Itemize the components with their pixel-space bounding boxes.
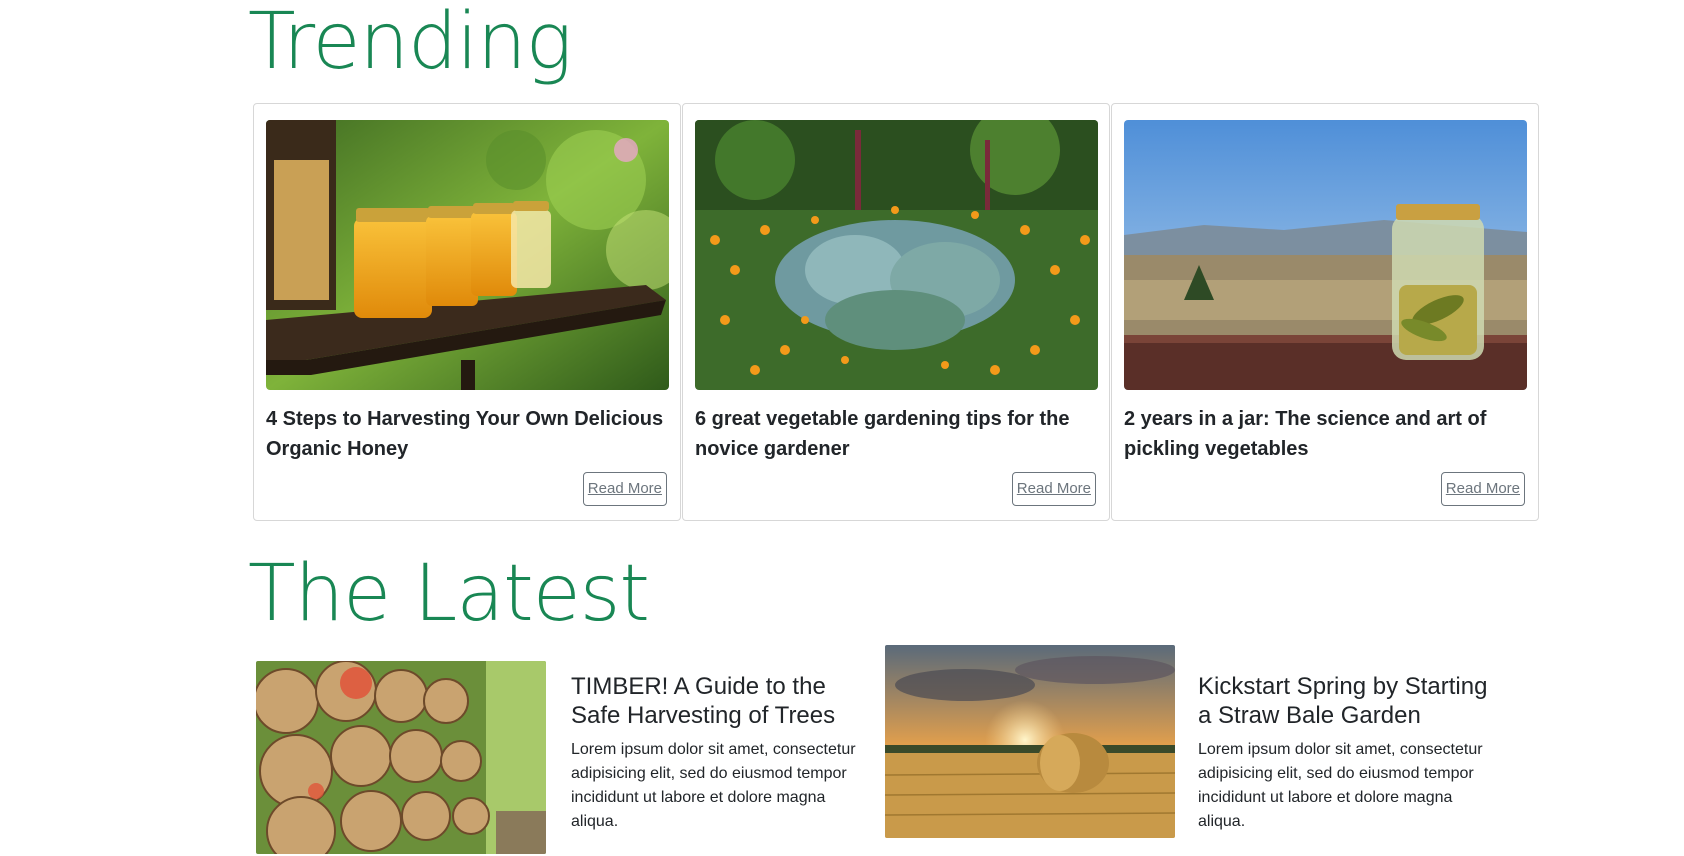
trending-card-honey: 4 Steps to Harvesting Your Own Delicious…	[253, 103, 681, 521]
card-title[interactable]: 4 Steps to Harvesting Your Own Delicious…	[266, 404, 666, 464]
pickle-jar-image	[1124, 120, 1527, 390]
article-excerpt: Lorem ipsum dolor sit amet, consectetur …	[571, 741, 856, 830]
article-excerpt: Lorem ipsum dolor sit amet, consectetur …	[1198, 741, 1483, 830]
read-more-button[interactable]: Read More	[1011, 472, 1096, 506]
card-title[interactable]: 6 great vegetable gardening tips for the…	[695, 404, 1095, 464]
vegetable-garden-image	[695, 120, 1098, 390]
trending-card-pickles: 2 years in a jar: The science and art of…	[1111, 103, 1539, 521]
latest-article-straw-bale: Kickstart Spring by Starting a Straw Bal…	[1198, 672, 1498, 834]
trending-heading: Trending	[248, 0, 572, 87]
read-more-button[interactable]: Read More	[582, 472, 667, 506]
read-more-button[interactable]: Read More	[1440, 472, 1525, 506]
latest-article-timber: TIMBER! A Guide to the Safe Harvesting o…	[571, 672, 871, 834]
log-pile-image	[256, 661, 546, 854]
honey-jars-image	[266, 120, 669, 390]
article-title[interactable]: Kickstart Spring by Starting a Straw Bal…	[1198, 672, 1498, 730]
latest-heading: The Latest	[248, 549, 650, 639]
article-title[interactable]: TIMBER! A Guide to the Safe Harvesting o…	[571, 672, 871, 730]
card-title[interactable]: 2 years in a jar: The science and art of…	[1124, 404, 1524, 464]
hay-bale-field-image	[885, 645, 1175, 838]
trending-card-garden: 6 great vegetable gardening tips for the…	[682, 103, 1110, 521]
